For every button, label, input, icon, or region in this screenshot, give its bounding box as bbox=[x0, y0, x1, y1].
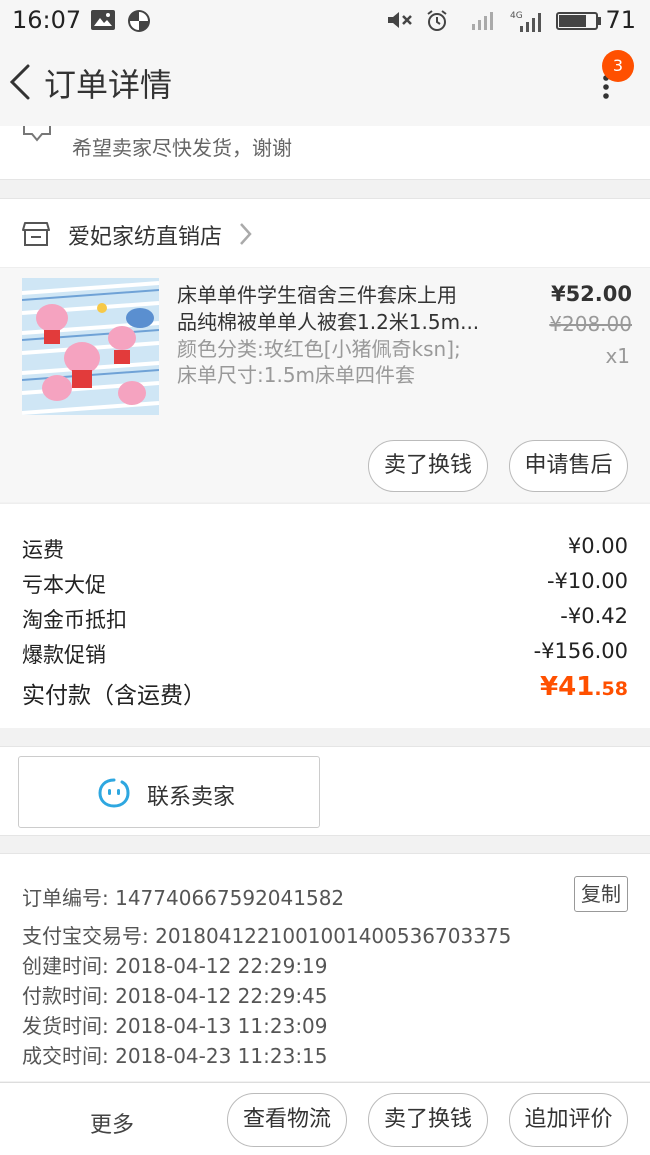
product-title-line: 床单单件学生宿舍三件套床上用 bbox=[177, 283, 457, 307]
sku-size: 床单尺寸:1.5m床单四件套 bbox=[177, 363, 416, 387]
status-time: 16:07 bbox=[12, 6, 82, 34]
fee-summary: 运费 ¥0.00 亏本大促 -¥10.00 淘金币抵扣 -¥0.42 爆款促销 … bbox=[0, 503, 650, 728]
back-icon[interactable] bbox=[6, 62, 36, 102]
total-decimal: .58 bbox=[594, 678, 628, 700]
contact-seller-button[interactable]: 联系卖家 bbox=[18, 756, 320, 828]
image-notification-icon bbox=[91, 10, 115, 30]
4g-signal-icon: 4G bbox=[510, 11, 541, 32]
signal-icon bbox=[472, 12, 493, 30]
battery-percent: 71 bbox=[605, 6, 636, 34]
fee-label: 爆款促销 bbox=[22, 643, 106, 667]
product-price: ¥52.00 bbox=[550, 282, 632, 306]
page-title: 订单详情 bbox=[44, 66, 173, 104]
fee-label: 亏本大促 bbox=[22, 573, 106, 597]
fee-label: 淘金币抵扣 bbox=[22, 608, 127, 632]
fee-value: -¥0.42 bbox=[560, 604, 628, 628]
additional-review-button[interactable]: 追加评价 bbox=[509, 1093, 628, 1147]
copy-button[interactable]: 复制 bbox=[574, 876, 628, 912]
order-number: 订单编号: 147740667592041582 bbox=[22, 886, 345, 910]
order-info: 订单编号: 147740667592041582 复制 支付宝交易号: 2018… bbox=[0, 853, 650, 1081]
completed-time: 成交时间: 2018-04-23 11:23:15 bbox=[22, 1044, 328, 1068]
mute-icon bbox=[388, 12, 412, 28]
created-time: 创建时间: 2018-04-12 22:29:19 bbox=[22, 954, 328, 978]
total-currency: ¥ bbox=[540, 672, 559, 702]
sku-color: 颜色分类:玫红色[小猪佩奇ksn]; bbox=[177, 337, 461, 361]
total-paid-label: 实付款（含运费） bbox=[22, 683, 206, 709]
message-bubble-icon bbox=[23, 126, 51, 142]
contact-seller-label: 联系卖家 bbox=[147, 785, 236, 810]
product-title-line: 品纯棉被单单人被套1.2米1.5m... bbox=[177, 310, 480, 334]
fee-label: 运费 bbox=[22, 538, 64, 562]
shop-header[interactable]: 爱妃家纺直销店 bbox=[0, 198, 650, 268]
chat-smile-icon bbox=[98, 778, 130, 808]
app-notification-icon bbox=[128, 10, 150, 32]
shipped-time: 发货时间: 2018-04-13 11:23:09 bbox=[22, 1014, 328, 1038]
bottom-action-bar: 更多 查看物流 卖了换钱 追加评价 bbox=[0, 1082, 650, 1155]
buyer-message: 希望卖家尽快发货，谢谢 bbox=[72, 136, 292, 160]
battery-icon bbox=[556, 12, 601, 30]
sell-exchange-button[interactable]: 卖了换钱 bbox=[368, 440, 488, 492]
alipay-transaction-number: 支付宝交易号: 2018041221001001400536703375 bbox=[22, 924, 512, 948]
product-title[interactable]: 床单单件学生宿舍三件套床上用 品纯棉被单单人被套1.2米1.5m... bbox=[177, 282, 497, 336]
product-sku: 颜色分类:玫红色[小猪佩奇ksn]; 床单尺寸:1.5m床单四件套 bbox=[177, 336, 497, 388]
chevron-right-icon bbox=[240, 223, 252, 245]
nav-bar: 订单详情 3 bbox=[0, 40, 650, 126]
fee-value: -¥10.00 bbox=[546, 569, 628, 593]
shop-icon bbox=[22, 222, 50, 246]
product-quantity: x1 bbox=[605, 344, 630, 368]
product-item[interactable]: 床单单件学生宿舍三件套床上用 品纯棉被单单人被套1.2米1.5m... 颜色分类… bbox=[0, 268, 650, 502]
svg-text:4G: 4G bbox=[510, 11, 523, 21]
after-sales-button[interactable]: 申请售后 bbox=[509, 440, 628, 492]
notification-badge: 3 bbox=[602, 50, 634, 82]
view-logistics-button[interactable]: 查看物流 bbox=[227, 1093, 347, 1147]
total-integer: 41 bbox=[558, 672, 595, 702]
sell-exchange-bottom-button[interactable]: 卖了换钱 bbox=[368, 1093, 488, 1147]
alarm-icon bbox=[427, 10, 447, 31]
product-original-price: ¥208.00 bbox=[549, 312, 632, 336]
fee-value: -¥156.00 bbox=[533, 639, 628, 663]
total-paid-amount: ¥41.58 bbox=[540, 672, 628, 702]
more-link[interactable]: 更多 bbox=[90, 1107, 134, 1139]
paid-time: 付款时间: 2018-04-12 22:29:45 bbox=[22, 984, 328, 1008]
status-bar: 16:07 4G 71 bbox=[0, 0, 650, 40]
buyer-message-section: 希望卖家尽快发货，谢谢 bbox=[0, 126, 650, 180]
contact-section: 联系卖家 bbox=[0, 746, 650, 836]
shop-name[interactable]: 爱妃家纺直销店 bbox=[68, 219, 222, 251]
fee-value: ¥0.00 bbox=[567, 534, 628, 558]
product-image[interactable] bbox=[22, 278, 159, 415]
